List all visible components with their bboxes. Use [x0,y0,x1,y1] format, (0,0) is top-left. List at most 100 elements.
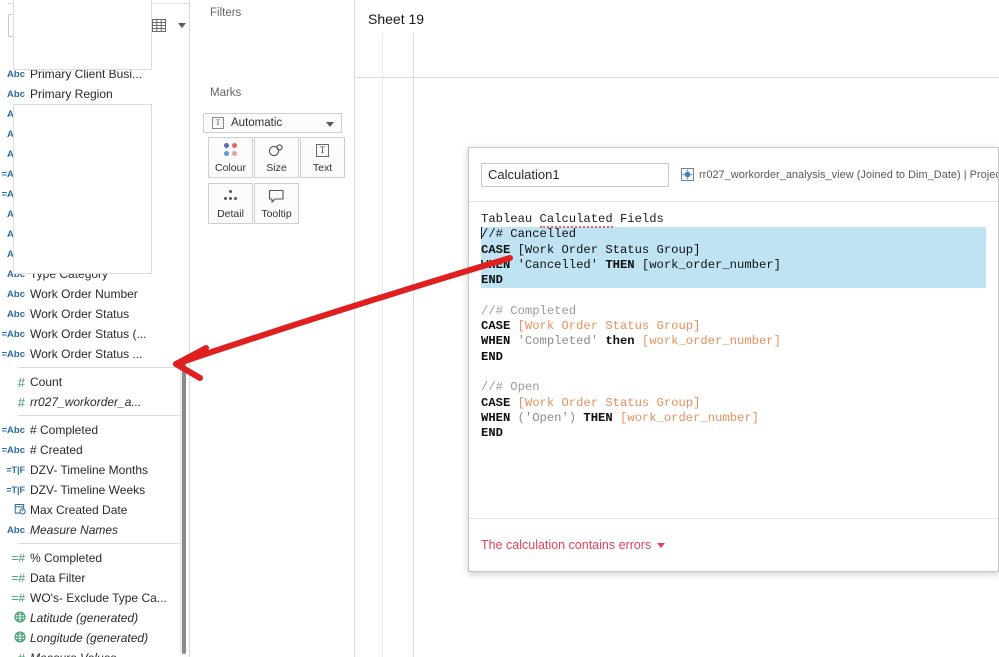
calc-editor-footer: The calculation contains errors [469,518,998,571]
chevron-down-icon[interactable] [174,16,189,36]
field-list-item-label: Primary Region [30,87,113,101]
formula-token: //# Completed [481,303,577,318]
field-list-item[interactable]: #Measure Values [0,648,189,657]
formula-token: [work_order_number] [641,257,781,272]
field-list-item-label: Longitude (generated) [30,631,149,645]
marks-size-button[interactable]: Size [254,137,299,178]
datasource-label-text: rr027_workorder_analysis_view (Joined to… [699,168,998,181]
mark-type-dropdown[interactable]: T Automatic [203,113,342,133]
formula-token: END [481,273,503,288]
formula-line: CASE [Work Order Status Group] [481,319,986,334]
field-list-item-label: Work Order Status (... [30,327,147,341]
marks-card[interactable] [13,104,152,274]
field-type-icon: # [17,394,25,410]
formula-token: THEN [583,410,620,425]
field-type-icon: Abc [7,524,25,536]
field-list-item[interactable]: Abc Work Order Number [0,284,189,304]
field-list-item[interactable]: =Abc # Created [0,440,189,460]
data-pane-scrollbar[interactable] [180,358,186,654]
formula-token: //# Open [481,380,540,395]
field-list-item-label: Measure Values [30,651,116,657]
marks-tooltip-button[interactable]: Tooltip [254,183,299,224]
filters-card[interactable] [13,0,152,70]
formula-line: WHEN 'Completed' then [work_order_number… [481,334,986,349]
field-type-icon: =# [11,571,25,585]
data-pane: Tables AbcPrimary Client Busi...AbcPrima… [0,0,190,657]
field-type-icon: =Abc [1,444,26,456]
field-list-item[interactable]: # Count [0,372,189,392]
field-list-item[interactable]: Latitude (generated) [0,608,189,628]
scrollbar-thumb[interactable] [182,358,186,654]
marks-card-title: Marks [210,87,242,99]
field-type-icon [0,630,30,646]
formula-editor[interactable]: Tableau Calculated Fields//# Cancelled CA… [469,202,998,518]
calculated-field-editor[interactable]: rr027_workorder_analysis_view (Joined to… [468,147,999,572]
formula-line: CASE [Work Order Status Group] [481,242,986,258]
marks-button-label: Detail [217,208,244,220]
datasource-icon [681,168,694,181]
field-list-item-label: Measure Names [30,523,119,537]
worksheet-gridline-vertical [413,33,414,657]
formula-text[interactable]: Tableau Calculated Fields//# Cancelled CA… [481,212,986,441]
formula-line: Tableau Calculated Fields [481,212,986,228]
formula-line: //# Cancelled [481,227,986,243]
field-list-item[interactable]: =# Data Filter [0,568,189,588]
chevron-down-icon[interactable] [326,122,334,127]
field-list-item[interactable]: # rr027_workorder_a... [0,392,189,412]
marks-detail-button[interactable]: Detail [208,183,253,224]
marks-button-label: Tooltip [261,208,292,220]
field-list-item[interactable]: =T|F DZV- Timeline Months [0,460,189,480]
field-type-icon: =T|F [6,485,25,495]
worksheet-gridline-horizontal [356,77,999,78]
field-type-icon: =Abc [1,328,26,340]
marks-button-label: Size [266,162,287,174]
formula-token: then [605,334,642,349]
field-type-icon: # [0,651,30,657]
field-list-item[interactable]: =T|F DZV- Timeline Weeks [0,480,189,500]
field-list-item[interactable]: Abc Work Order Status [0,304,189,324]
field-list-item[interactable]: =# % Completed [0,548,189,568]
field-list-item-label: Work Order Status [30,307,130,321]
marks-button-label: Text [312,162,333,174]
field-list-item[interactable]: =# WO's- Exclude Type Ca... [0,588,189,608]
field-list-item[interactable]: Max Created Date [0,500,189,520]
detail-dots-icon [222,184,240,208]
field-list-item-label: Max Created Date [30,503,128,517]
error-status-message[interactable]: The calculation contains errors [481,538,666,552]
calculation-name-input[interactable] [481,162,669,187]
colour-dots-icon [223,138,239,162]
formula-token: [work_order_number] [641,334,781,349]
filters-card-title: Filters [210,7,242,19]
field-list-item[interactable]: Abc Measure Names [0,520,189,540]
field-list-item[interactable]: =Abc # Completed [0,420,189,440]
tableau-worksheet-window: Tables AbcPrimary Client Busi...AbcPrima… [0,0,999,657]
error-message-text: The calculation contains errors [481,538,652,552]
grid-view-icon[interactable] [152,16,168,36]
formula-token: 'Completed' [517,334,606,349]
field-type-icon [0,503,30,518]
field-list-item-label: Work Order Number [30,287,138,301]
field-list-item-label: # Created [30,443,83,457]
field-list-separator [18,367,181,368]
field-list-item[interactable]: =Abc Work Order Status (... [0,324,189,344]
field-list-item-label: Work Order Status ... [30,347,143,361]
field-list-separator [18,543,181,544]
formula-line [481,288,986,303]
field-type-icon: Abc [7,308,25,320]
formula-token: ('Open') [517,410,584,425]
field-type-icon: Abc [7,88,25,100]
field-list-item[interactable]: Longitude (generated) [0,628,189,648]
formula-token: //# Cancelled [481,227,577,242]
field-list-item[interactable]: =Abc Work Order Status ... [0,344,189,364]
formula-token: Tableau [481,212,540,226]
marks-text-button[interactable]: T Text [300,137,345,178]
field-list-separator [18,415,181,416]
formula-line: END [481,350,986,365]
field-list-item-label: Count [30,375,63,389]
worksheet-gridline-left [382,33,383,657]
field-type-icon [0,610,30,626]
chevron-down-icon[interactable] [657,542,666,548]
marks-colour-button[interactable]: Colour [208,137,253,178]
field-list-item[interactable]: Abc Primary Region [0,84,189,104]
formula-line: END [481,426,986,441]
